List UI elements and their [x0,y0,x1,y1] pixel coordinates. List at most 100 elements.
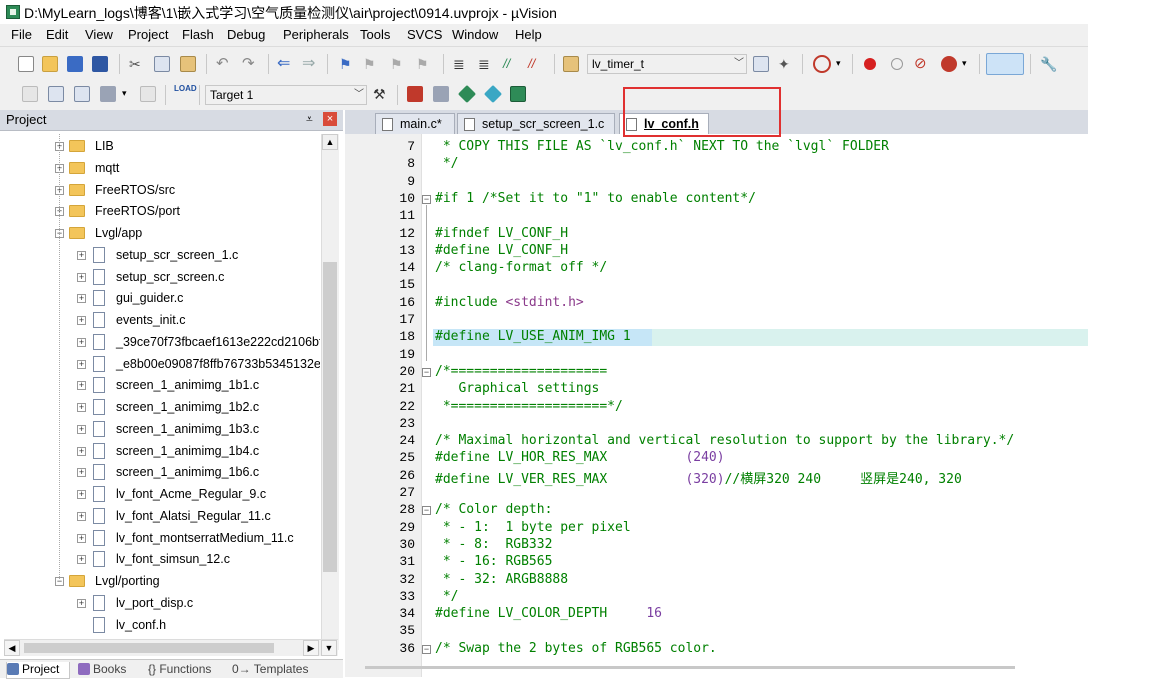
fold-toggle-icon[interactable]: − [422,367,431,377]
manage-rte-icon[interactable] [457,84,477,104]
tab-project[interactable]: Project [6,662,70,679]
configure-icon[interactable]: 🔧 [1040,56,1057,72]
breakpoint-options-icon[interactable] [941,56,957,72]
open-folder-icon[interactable] [42,56,58,72]
tree-file[interactable]: + lv_font_Acme_Regular_9.c [0,485,320,506]
clear-bookmarks-icon[interactable]: ⚑ [416,56,432,72]
tree-file[interactable]: + screen_1_animimg_1b2.c [0,398,320,419]
prev-bookmark-icon[interactable]: ⚑ [363,56,379,72]
batch-build-icon[interactable] [100,86,116,102]
debug-dropdown-icon[interactable]: ▾ [836,58,852,74]
menu-svcs[interactable]: SVCS [407,27,442,42]
tab-books[interactable]: Books [78,662,138,678]
tree-folder[interactable]: − Lvgl/app [0,224,320,245]
batch-dropdown-icon[interactable]: ▾ [122,88,138,104]
scroll-thumb[interactable] [323,262,337,572]
tree-file[interactable]: + lv_port_disp.c [0,594,320,615]
expand-icon[interactable]: + [77,272,86,282]
menu-file[interactable]: File [11,27,32,42]
menu-debug[interactable]: Debug [227,27,265,42]
chevron-down-icon[interactable]: ﹀ [734,55,744,73]
menu-tools[interactable]: Tools [360,27,390,42]
tree-folder[interactable]: + FreeRTOS/src [0,181,320,202]
menu-flash[interactable]: Flash [182,27,214,42]
disable-breakpoint-icon[interactable] [891,58,903,70]
kill-breakpoints-icon[interactable]: ⊘ [914,56,930,72]
undo-icon[interactable]: ↶ [216,56,232,72]
scroll-down-icon[interactable]: ▼ [321,640,337,656]
translate-icon[interactable] [22,86,38,102]
menu-help[interactable]: Help [515,27,542,42]
chevron-down-icon[interactable]: ﹀ [354,86,364,104]
expand-icon[interactable]: + [77,403,86,412]
navigate-back-icon[interactable]: ⇐ [277,56,293,72]
scroll-thumb[interactable] [24,643,274,653]
fold-toggle-icon[interactable]: − [422,194,431,204]
tab-main-c[interactable]: main.c* [375,113,455,134]
save-all-icon[interactable] [92,56,108,72]
project-vertical-scrollbar[interactable]: ▲ [321,134,339,650]
tree-file[interactable]: + _e8b00e09087f8ffb76733b5345132ee [0,355,320,376]
stop-build-icon[interactable] [140,86,156,102]
tree-file[interactable]: + lv_font_Alatsi_Regular_11.c [0,507,320,528]
menu-project[interactable]: Project [128,27,168,42]
project-horizontal-scrollbar[interactable]: ◀ ▶ ▼ [4,639,338,656]
expand-icon[interactable]: + [77,359,86,369]
expand-icon[interactable]: + [77,337,86,347]
tab-setup-scr-screen-1[interactable]: setup_scr_screen_1.c [457,113,615,134]
expand-icon[interactable]: + [77,250,86,260]
save-icon[interactable] [67,56,83,72]
menu-peripherals[interactable]: Peripherals [283,27,349,42]
editor-horizontal-scrollbar[interactable] [365,666,1015,669]
tree-file[interactable]: + lv_font_simsun_12.c [0,550,320,571]
paste-icon[interactable] [180,56,196,72]
fold-toggle-icon[interactable]: − [422,506,431,516]
scroll-left-icon[interactable]: ◀ [4,640,20,656]
expand-icon[interactable]: + [77,533,86,543]
tree-file[interactable]: + setup_scr_screen.c [0,268,320,289]
expand-icon[interactable]: + [77,446,86,456]
target-options-icon[interactable]: ⚒ [373,86,389,102]
breakpoint-icon[interactable] [864,58,876,70]
redo-icon[interactable]: ↷ [242,56,258,72]
file-extensions-icon[interactable] [433,86,449,102]
expand-icon[interactable]: + [77,598,86,608]
tree-file[interactable]: lv_conf.h [0,616,320,637]
expand-icon[interactable]: + [77,424,86,434]
new-file-icon[interactable] [18,56,34,72]
bookmark-icon[interactable]: ⚑ [339,56,355,72]
find-combo[interactable]: lv_timer_t ﹀ [587,54,747,74]
expand-icon[interactable]: + [77,316,86,325]
tree-file[interactable]: + setup_scr_screen_1.c [0,246,320,267]
code-editor[interactable]: 7 8 9 10 11 12 13 14 15 16 17 18 19 20 21 22 23 24 25 26 27 2… [345,134,1088,677]
tab-templates[interactable]: 0→ Templates [232,662,322,678]
menu-view[interactable]: View [85,27,113,42]
download-icon[interactable]: LOAD [174,84,197,104]
expand-icon[interactable]: + [77,468,86,478]
navigate-forward-icon[interactable]: ⇒ [302,56,318,72]
pin-icon[interactable]: ⩡ [306,112,313,127]
breakpoint-dropdown-icon[interactable]: ▾ [962,58,978,74]
incremental-find-icon[interactable]: ✦ [778,56,794,72]
find-in-files-icon[interactable] [563,56,579,72]
close-icon[interactable]: × [323,112,337,126]
fold-toggle-icon[interactable]: − [422,644,431,654]
expand-icon[interactable]: + [77,294,86,304]
tree-file[interactable]: + events_init.c [0,311,320,332]
scroll-right-icon[interactable]: ▶ [303,640,319,656]
tree-file[interactable]: + screen_1_animimg_1b6.c [0,463,320,484]
tree-folder[interactable]: + FreeRTOS/port [0,202,320,223]
comment-icon[interactable]: // [503,56,519,72]
expand-icon[interactable]: + [77,490,86,499]
find-icon[interactable] [753,56,769,72]
copy-icon[interactable] [154,56,170,72]
next-bookmark-icon[interactable]: ⚑ [390,56,406,72]
menu-edit[interactable]: Edit [46,27,68,42]
rebuild-icon[interactable] [74,86,90,102]
manage-project-icon[interactable] [407,86,423,102]
indent-icon[interactable]: ≣ [453,56,469,72]
expand-icon[interactable]: + [77,381,86,391]
scroll-up-icon[interactable]: ▲ [322,134,338,150]
tree-file[interactable]: + gui_guider.c [0,289,320,310]
debug-session-icon[interactable] [813,55,831,73]
